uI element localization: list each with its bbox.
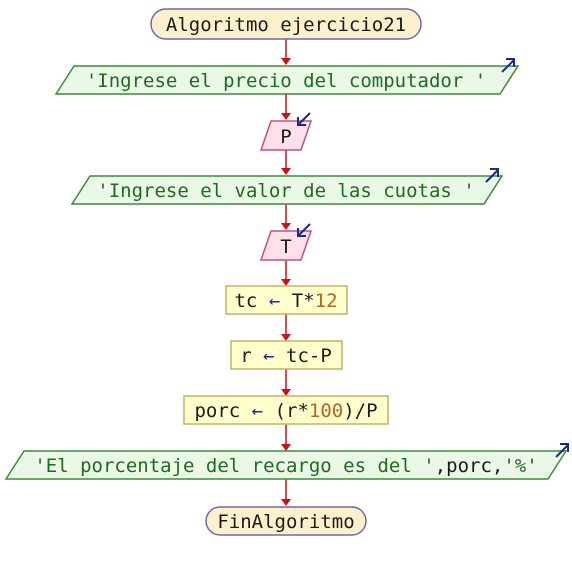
input-1-label: P — [280, 126, 291, 148]
output-1-label: 'Ingrese el precio del computador ' — [86, 70, 486, 92]
output-node-1[interactable]: 'Ingrese el precio del computador ' — [54, 58, 520, 95]
start-label: Algoritmo ejercicio21 — [166, 14, 406, 36]
output-3-label: 'El porcentaje del recargo es del ',porc… — [34, 455, 537, 477]
output-node-2[interactable]: 'Ingrese el valor de las cuotas ' — [70, 168, 504, 205]
input-2-label: T — [280, 236, 291, 258]
connectors — [281, 39, 291, 506]
process-2-expression: r ← tc-P — [240, 345, 332, 367]
start-node[interactable]: Algoritmo ejercicio21 — [150, 8, 422, 40]
process-3-expression: porc ← (r*100)/P — [194, 400, 377, 422]
process-node-3[interactable]: porc ← (r*100)/P — [183, 395, 389, 425]
end-node[interactable]: FinAlgoritmo — [205, 506, 367, 536]
process-node-2[interactable]: r ← tc-P — [230, 340, 343, 370]
output-2-label: 'Ingrese el valor de las cuotas ' — [97, 180, 475, 202]
process-node-1[interactable]: tc ← T*12 — [225, 285, 348, 315]
end-label: FinAlgoritmo — [217, 511, 354, 533]
process-1-expression: tc ← T*12 — [234, 290, 337, 312]
